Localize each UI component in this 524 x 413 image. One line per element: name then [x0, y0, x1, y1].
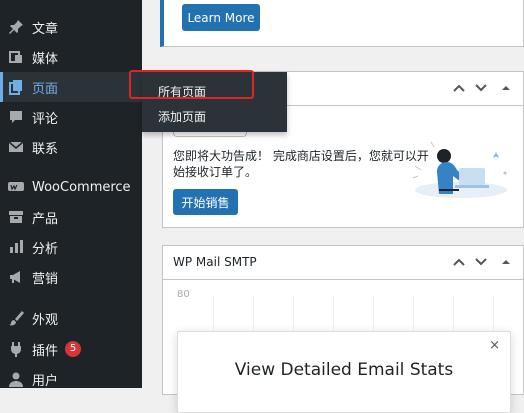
sidebar-item-users[interactable]: 用户 [0, 364, 142, 394]
move-up-icon[interactable] [452, 81, 466, 95]
sidebar-item-plugins[interactable]: 插件 5 [0, 334, 142, 364]
archive-icon [8, 209, 24, 225]
sidebar-item-appearance[interactable]: 外观 [0, 303, 142, 333]
panel-title: WP Mail SMTP [173, 255, 257, 269]
pin-icon [8, 19, 24, 35]
collapse-toggle-icon[interactable] [499, 81, 513, 95]
sidebar-item-analytics[interactable]: 分析 [0, 232, 142, 262]
sidebar-item-marketing[interactable]: 营销 [0, 262, 142, 292]
sidebar-item-label: 用户 [32, 373, 59, 389]
sidebar-item-label: 营销 [32, 271, 59, 287]
sidebar-item-label: 文章 [32, 21, 59, 37]
comment-icon [8, 109, 24, 125]
sidebar-item-label: 联系 [32, 141, 59, 157]
bar-chart-icon [8, 239, 24, 255]
submenu-item-add-page[interactable]: 添加页面 [158, 108, 206, 125]
move-up-icon[interactable] [452, 255, 466, 269]
sidebar-item-label: 分析 [32, 241, 59, 257]
person-laptop-illustration [412, 141, 507, 198]
start-selling-button[interactable]: 开始销售 [173, 189, 238, 215]
modal-title: View Detailed Email Stats [234, 360, 454, 380]
sidebar-item-label: 插件 [32, 343, 59, 359]
sidebar-item-posts[interactable]: 文章 [0, 12, 142, 42]
sidebar-item-label: 页面 [32, 81, 59, 97]
plugin-icon [8, 341, 24, 357]
sidebar-item-label: 外观 [32, 312, 59, 328]
move-down-icon[interactable] [474, 81, 488, 95]
sidebar-item-media[interactable]: 媒体 [0, 42, 142, 72]
learn-more-button[interactable]: Learn More [182, 4, 260, 31]
highlight-annotation [129, 70, 254, 99]
media-icon [8, 49, 24, 65]
close-icon[interactable]: × [489, 338, 500, 353]
sidebar-item-contact[interactable]: 联系 [0, 132, 142, 162]
page-icon [8, 79, 24, 95]
sidebar-item-label: 评论 [32, 111, 59, 127]
sidebar-item-label: 产品 [32, 211, 59, 227]
brush-icon [8, 310, 24, 326]
top-notice-panel: Learn More [160, 0, 524, 47]
update-count-badge: 5 [65, 341, 82, 357]
megaphone-icon [8, 269, 24, 285]
sidebar-item-label: WooCommerce [32, 179, 131, 195]
mail-icon [8, 139, 24, 155]
admin-sidebar: 文章 媒体 页面 评论 联系 WooCommerce 产品 分析 营销 外观 插… [0, 0, 142, 389]
email-stats-modal: × View Detailed Email Stats [177, 331, 511, 413]
user-icon [8, 371, 24, 387]
store-setup-message: 您即将大功告成！ 完成商店设置后，您就可以开始接收订单了。 [173, 149, 429, 179]
sidebar-item-pages[interactable]: 页面 [0, 72, 142, 102]
collapse-toggle-icon[interactable] [499, 255, 513, 269]
chart-tick-label: 80 [177, 289, 190, 300]
sidebar-item-woocommerce[interactable]: WooCommerce [0, 172, 142, 202]
sidebar-item-comments[interactable]: 评论 [0, 102, 142, 132]
move-down-icon[interactable] [474, 255, 488, 269]
woo-icon [8, 179, 24, 195]
sidebar-item-products[interactable]: 产品 [0, 202, 142, 232]
panel-header: WP Mail SMTP [163, 246, 523, 280]
sidebar-item-label: 媒体 [32, 51, 59, 67]
